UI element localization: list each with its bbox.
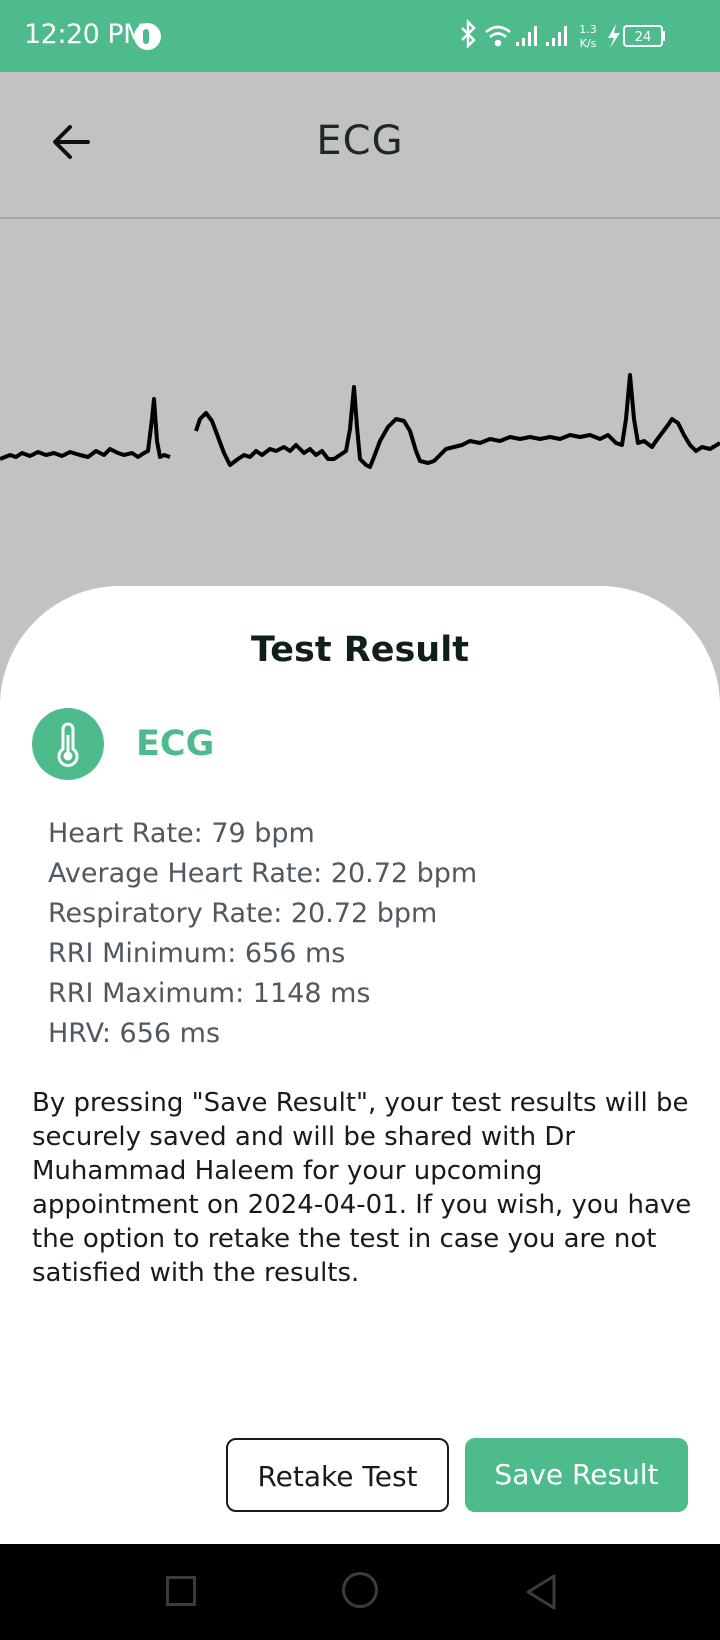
status-icons: 1.3 K/s 24 xyxy=(460,18,698,54)
metric-rri-minimum: RRI Minimum: 656 ms xyxy=(48,938,346,969)
svg-text:K/s: K/s xyxy=(580,37,597,50)
save-disclaimer-text: By pressing "Save Result", your test res… xyxy=(32,1088,692,1288)
ecg-waveform-area xyxy=(0,217,720,639)
metric-hrv: HRV: 656 ms xyxy=(48,1018,221,1049)
recents-square-icon[interactable] xyxy=(166,1576,196,1606)
ecg-waveform xyxy=(0,373,720,469)
test-icon-badge xyxy=(32,708,104,780)
save-result-button[interactable]: Save Result xyxy=(465,1438,688,1512)
metric-respiratory-rate: Respiratory Rate: 20.72 bpm xyxy=(48,898,438,929)
metric-heart-rate: Heart Rate: 79 bpm xyxy=(48,818,315,849)
status-time: 12:20 PM xyxy=(24,19,146,50)
signal-icon xyxy=(546,26,567,46)
charging-icon xyxy=(608,24,620,48)
back-triangle-icon[interactable] xyxy=(522,1572,558,1612)
metric-rri-maximum: RRI Maximum: 1148 ms xyxy=(48,978,371,1009)
metric-average-heart-rate: Average Heart Rate: 20.72 bpm xyxy=(48,858,478,889)
thermometer-icon xyxy=(57,722,79,767)
svg-text:1.3: 1.3 xyxy=(579,23,597,36)
system-navigation-bar xyxy=(0,1544,720,1640)
retake-test-button[interactable]: Retake Test xyxy=(226,1438,449,1512)
status-bar: 12:20 PM 1.3 K/s 24 xyxy=(0,0,720,72)
test-name: ECG xyxy=(136,724,215,764)
test-result-sheet: Test Result ECG Heart Rate: 79 bpm Avera… xyxy=(0,586,720,1544)
wifi-icon xyxy=(485,25,511,47)
battery-icon: 24 xyxy=(623,25,665,47)
metrics-list: Heart Rate: 79 bpm Average Heart Rate: 2… xyxy=(48,814,477,1054)
home-circle-icon[interactable] xyxy=(342,1572,378,1608)
page-title: ECG xyxy=(316,118,404,164)
app-toolbar: ECG xyxy=(0,72,720,217)
svg-text:24: 24 xyxy=(635,30,652,45)
app-icon xyxy=(134,23,161,50)
sheet-title: Test Result xyxy=(251,630,469,670)
bluetooth-icon xyxy=(461,19,476,49)
signal-icon xyxy=(516,26,537,46)
